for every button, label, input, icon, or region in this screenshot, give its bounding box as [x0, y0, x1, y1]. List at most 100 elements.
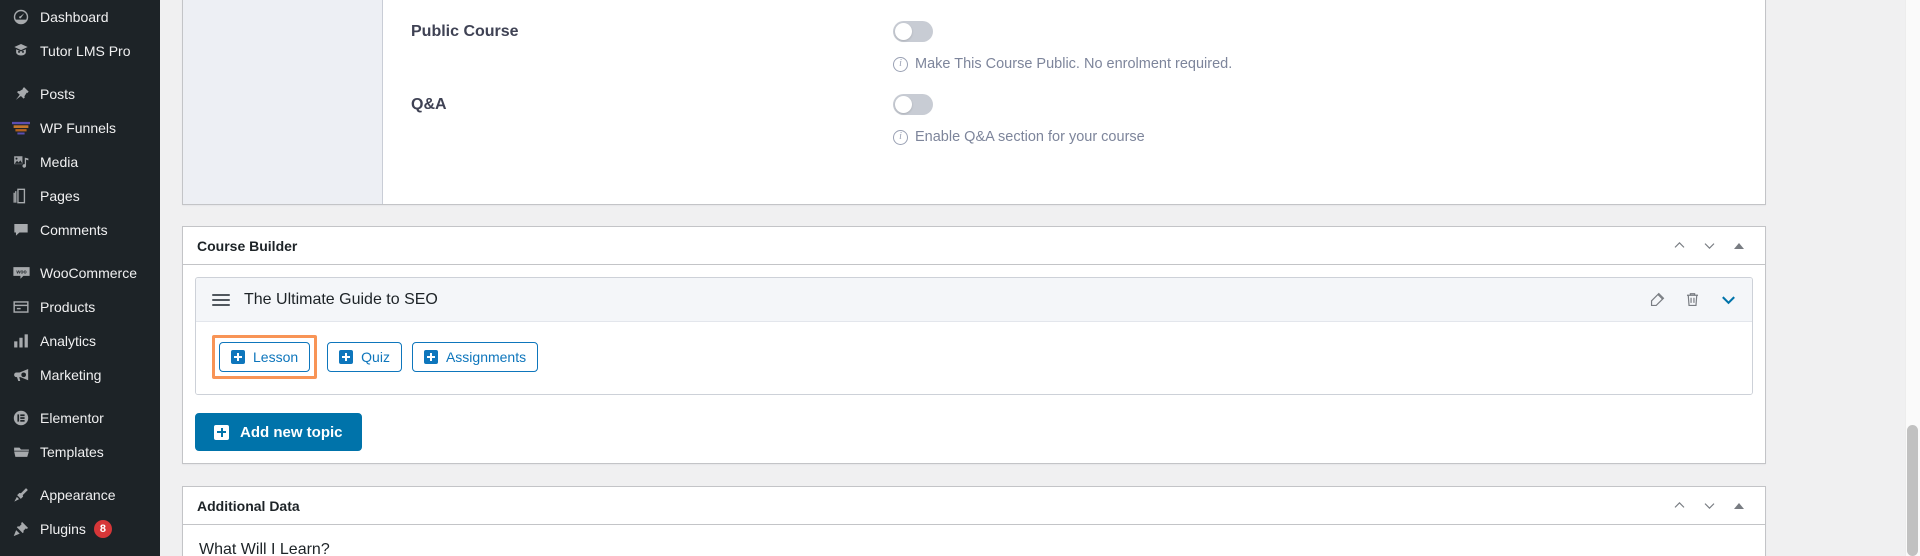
add-new-topic-label: Add new topic [240, 423, 343, 441]
course-builder-panel: Course Builder The Ultimate Guide to SEO… [182, 226, 1766, 464]
sidebar-item-label: WP Funnels [40, 120, 116, 136]
sidebar-item-pages[interactable]: Pages [0, 179, 160, 213]
topic-header: The Ultimate Guide to SEO [196, 278, 1752, 322]
sidebar-item-label: Appearance [40, 487, 116, 503]
sidebar-item-label: Marketing [40, 367, 102, 383]
course-builder-header-actions [1665, 232, 1753, 260]
sidebar-item-label: Tutor LMS Pro [40, 43, 131, 59]
sidebar-item-label: Dashboard [40, 9, 109, 25]
edit-icon[interactable] [1649, 291, 1666, 308]
sidebar-item-label: Templates [40, 444, 104, 460]
comments-icon [8, 220, 34, 240]
svg-text:woo: woo [15, 270, 26, 276]
dashboard-icon [8, 7, 34, 27]
field-control-qa: i Enable Q&A section for your course [893, 94, 1737, 145]
drag-handle-icon[interactable] [212, 291, 230, 309]
field-public-course: Public Course i Make This Course Public.… [411, 21, 1737, 72]
topic-title: The Ultimate Guide to SEO [244, 290, 438, 308]
course-settings-nav[interactable] [183, 0, 383, 204]
woocommerce-icon: woo [8, 263, 34, 283]
add-quiz-button[interactable]: Quiz [327, 342, 402, 372]
add-lesson-button[interactable]: Lesson [219, 342, 311, 372]
field-label-qa: Q&A [411, 96, 447, 113]
highlight-outline: Lesson [212, 335, 318, 379]
sidebar-separator [0, 469, 160, 478]
toggle-public-course[interactable] [893, 21, 933, 42]
sidebar-item-label: Media [40, 154, 79, 170]
info-icon: i [893, 129, 908, 145]
additional-data-header: Additional Data [183, 487, 1765, 525]
page-scrollbar-track[interactable] [1905, 0, 1920, 556]
toggle-panel-icon[interactable] [1725, 232, 1753, 260]
help-qa: i Enable Q&A section for your course [893, 129, 1737, 145]
sidebar-item-woocommerce[interactable]: woo WooCommerce [0, 256, 160, 290]
sidebar-item-label: Plugins [40, 521, 86, 537]
sidebar-item-marketing[interactable]: Marketing [0, 358, 160, 392]
plus-icon [423, 350, 438, 364]
course-builder-inside: The Ultimate Guide to SEO Lesson Quiz As… [183, 265, 1765, 463]
additional-data-title: Additional Data [197, 497, 300, 514]
move-up-icon[interactable] [1665, 492, 1693, 520]
page-scrollbar-thumb[interactable] [1907, 425, 1918, 556]
help-text-qa: Enable Q&A section for your course [915, 129, 1145, 145]
sidebar-separator [0, 68, 160, 77]
collapse-topic-chevron-icon[interactable] [1719, 290, 1738, 309]
plus-icon [339, 350, 354, 364]
funnel-icon [8, 118, 34, 138]
move-down-icon[interactable] [1695, 232, 1723, 260]
course-builder-title: Course Builder [197, 237, 298, 254]
wp-admin-sidebar: Dashboard Tutor LMS Pro Posts WP Funnels Med… [0, 0, 160, 556]
pin-icon [8, 84, 34, 104]
add-quiz-label: Quiz [361, 349, 390, 365]
sidebar-item-templates[interactable]: Templates [0, 435, 160, 469]
templates-icon [8, 442, 34, 462]
sidebar-item-plugins[interactable]: Plugins 8 [0, 512, 160, 546]
pages-icon [8, 186, 34, 206]
analytics-icon [8, 331, 34, 351]
sidebar-item-analytics[interactable]: Analytics [0, 324, 160, 358]
sidebar-item-posts[interactable]: Posts [0, 77, 160, 111]
info-icon: i [893, 56, 908, 72]
sidebar-item-comments[interactable]: Comments [0, 213, 160, 247]
sidebar-item-media[interactable]: Media [0, 145, 160, 179]
sidebar-item-appearance[interactable]: Appearance [0, 478, 160, 512]
toggle-qa[interactable] [893, 94, 933, 115]
sidebar-item-dashboard[interactable]: Dashboard [0, 0, 160, 34]
elementor-icon [8, 408, 34, 428]
additional-data-inside: What Will I Learn? [183, 525, 1765, 556]
move-up-icon[interactable] [1665, 232, 1693, 260]
sidebar-item-wp-funnels[interactable]: WP Funnels [0, 111, 160, 145]
main-content: Public Course i Make This Course Public.… [160, 0, 1920, 556]
additional-data-panel: Additional Data What Will I Learn? [182, 486, 1766, 556]
sidebar-item-label: Posts [40, 86, 76, 102]
add-assignments-button[interactable]: Assignments [411, 342, 539, 372]
sidebar-item-tutor-lms-pro[interactable]: Tutor LMS Pro [0, 34, 160, 68]
topic-actions [1649, 290, 1738, 309]
sidebar-item-label: Comments [40, 222, 108, 238]
add-assignments-label: Assignments [445, 349, 527, 365]
help-text-public-course: Make This Course Public. No enrolment re… [915, 56, 1233, 72]
plus-icon [214, 424, 229, 440]
update-count-badge: 8 [93, 520, 112, 538]
toggle-panel-icon[interactable] [1725, 492, 1753, 520]
field-control-public-course: i Make This Course Public. No enrolment … [893, 21, 1737, 72]
sidebar-item-label: Pages [40, 188, 80, 204]
trash-icon[interactable] [1684, 291, 1701, 308]
topic-card: The Ultimate Guide to SEO Lesson Quiz As… [195, 277, 1753, 395]
add-lesson-label: Lesson [253, 349, 299, 365]
add-new-topic-button[interactable]: Add new topic [195, 413, 362, 451]
field-qa: Q&A i Enable Q&A section for your course [411, 94, 1737, 145]
course-builder-header: Course Builder [183, 227, 1765, 265]
sidebar-item-label: WooCommerce [40, 265, 137, 281]
sidebar-item-label: Analytics [40, 333, 97, 349]
sidebar-item-elementor[interactable]: Elementor [0, 401, 160, 435]
screen-root: Dashboard Tutor LMS Pro Posts WP Funnels Med… [0, 0, 1920, 556]
field-label-public-course: Public Course [411, 23, 519, 40]
move-down-icon[interactable] [1695, 492, 1723, 520]
course-settings-body: Public Course i Make This Course Public.… [383, 0, 1765, 204]
marketing-icon [8, 365, 34, 385]
sidebar-item-products[interactable]: Products [0, 290, 160, 324]
plugins-icon [8, 519, 34, 539]
course-settings-panel: Public Course i Make This Course Public.… [182, 0, 1766, 205]
plus-icon [231, 350, 245, 364]
